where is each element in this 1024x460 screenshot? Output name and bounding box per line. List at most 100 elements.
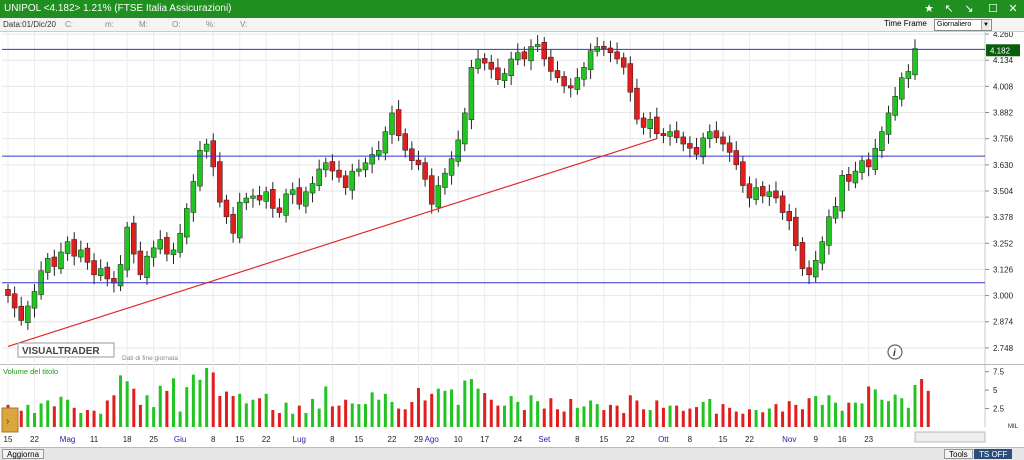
candle-body — [647, 118, 653, 129]
volume-bar — [893, 394, 897, 427]
volume-bar — [436, 388, 440, 427]
scrollbar-track — [914, 431, 986, 443]
volume-bar — [701, 401, 705, 427]
volume-unit-label: MIL — [1008, 424, 1019, 430]
volume-field-label: V: — [240, 20, 248, 29]
time-tick-label: 15 — [4, 435, 13, 444]
candle-body — [448, 158, 455, 176]
volume-bar — [138, 404, 142, 427]
update-button[interactable]: Aggiorna — [2, 449, 45, 459]
volume-tick-label: 2.5 — [993, 405, 1005, 414]
volume-bar — [52, 406, 56, 427]
candle-body — [812, 260, 819, 278]
volume-bar — [635, 400, 639, 427]
candle-body — [223, 199, 230, 217]
candle-body — [872, 147, 879, 170]
candle-body — [726, 142, 733, 153]
brand-label: VISUALTRADER — [22, 346, 100, 357]
candle-body — [488, 61, 495, 70]
volume-bar — [178, 411, 182, 427]
candle-body — [779, 195, 786, 213]
candle-body — [773, 190, 779, 199]
candle-body — [475, 58, 481, 69]
time-tick-label: 10 — [454, 435, 463, 444]
time-tick-label: 8 — [688, 435, 693, 444]
volume-bar — [800, 409, 804, 427]
price-chart[interactable]: 2.748 2.874 3.000 3.126 3.252 3.378 3.504 3.630… — [0, 32, 1024, 447]
candle-body — [740, 161, 746, 186]
candle-body — [746, 183, 753, 199]
maximize-icon[interactable]: ☐ — [986, 2, 1000, 16]
ts-off-button[interactable]: TS OFF — [974, 449, 1013, 459]
star-icon[interactable]: ★ — [922, 2, 936, 16]
candle-body — [541, 42, 548, 60]
candle-body — [687, 143, 693, 149]
close-icon[interactable]: ✕ — [1006, 2, 1020, 16]
timeframe-select[interactable]: Giornaliero ▼ — [934, 19, 992, 31]
candle-body — [164, 237, 170, 255]
volume-bar — [562, 411, 566, 427]
price-tick-label: 3.252 — [993, 239, 1014, 248]
candle-body — [548, 56, 554, 72]
candle-body — [263, 191, 269, 202]
candle-body — [806, 267, 812, 276]
volume-bar — [145, 395, 149, 427]
candle-body — [865, 159, 872, 168]
volume-bar — [781, 411, 785, 427]
date-label: Data:01/Dic/20 — [3, 20, 56, 29]
candle-body — [150, 247, 157, 258]
pin-arrow-icon[interactable]: ↘ — [962, 2, 976, 16]
volume-bar — [668, 405, 672, 427]
time-tick-label: Ott — [658, 435, 669, 444]
volume-bar — [628, 395, 632, 427]
volume-bar — [476, 388, 480, 427]
volume-bar — [224, 391, 228, 427]
tools-button[interactable]: Tools — [944, 449, 973, 459]
candle-body — [256, 195, 263, 201]
volume-bar — [258, 398, 262, 427]
candle-body — [667, 131, 673, 137]
volume-bar — [595, 404, 599, 427]
volume-bar — [655, 400, 659, 427]
candle-body — [495, 67, 501, 80]
candle-body — [31, 291, 38, 309]
volume-bar — [85, 410, 89, 427]
candle-body — [594, 46, 600, 52]
price-tick-label: 3.378 — [993, 213, 1014, 222]
scroll-tab — [1, 407, 19, 433]
volume-bar — [536, 401, 540, 427]
volume-bar — [66, 399, 70, 427]
candle-body — [91, 260, 97, 276]
volume-bar — [887, 401, 891, 427]
volume-tick-label: 7.5 — [993, 368, 1005, 377]
candle-body — [885, 112, 892, 135]
volume-bar — [324, 386, 328, 427]
candle-body — [78, 249, 84, 258]
volume-bar — [377, 399, 381, 427]
volume-bar — [79, 412, 83, 427]
candle-body — [382, 131, 389, 154]
volume-bar — [794, 404, 798, 427]
candle-body — [587, 50, 594, 71]
candle-body — [230, 213, 236, 234]
volume-bar — [569, 398, 573, 427]
candle-body — [508, 58, 514, 76]
candle-body — [236, 201, 243, 239]
volume-bar — [708, 398, 712, 427]
candle-body — [846, 174, 852, 182]
volume-bar — [72, 407, 76, 427]
unpin-arrow-icon[interactable]: ↖ — [942, 2, 956, 16]
volume-bar — [860, 403, 864, 427]
volume-bar — [847, 402, 851, 427]
time-tick-label: Giu — [174, 435, 186, 444]
candle-body — [892, 96, 898, 116]
volume-bar — [774, 404, 778, 427]
volume-bar — [834, 402, 838, 427]
volume-bar — [648, 410, 652, 427]
volume-bar — [529, 395, 533, 427]
candle-body — [680, 136, 687, 145]
timeframe-value: Giornaliero — [937, 21, 972, 28]
candle-body — [620, 57, 627, 68]
candle-body — [574, 77, 581, 90]
volume-bar — [695, 407, 699, 427]
